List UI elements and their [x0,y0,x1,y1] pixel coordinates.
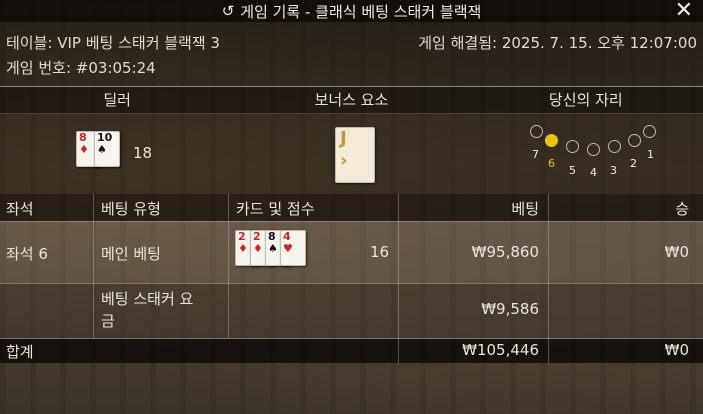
seat-7 [530,125,543,138]
seat-3 [608,140,621,153]
dealer-score: 18 [133,144,153,162]
col-seat: 좌석 [6,200,34,218]
row-bet: ₩9,586 [481,300,539,318]
title-bar: ↺ 게임 기록 - 클래식 베팅 스태커 블랙잭 ✕ [0,0,703,23]
seat-label: 7 [532,148,539,161]
col-win: 승 [675,200,689,218]
row-score: 16 [370,243,390,261]
seat-label: 1 [647,148,654,161]
table-name: 테이블: VIP 베팅 스태커 블랙잭 3 [6,34,220,52]
col-bet: 베팅 [511,200,539,218]
total-win: ₩0 [664,341,689,359]
game-info: 테이블: VIP 베팅 스태커 블랙잭 3 게임 해결됨: 2025. 7. 1… [0,22,703,86]
table-header: 좌석 베팅 유형 카드 및 점수 베팅 승 [0,194,703,221]
your-seat-header: 당신의 자리 [548,91,623,109]
row-bet-type: 베팅 스태커 요 금 [101,290,194,330]
seat-2 [628,134,641,147]
row-bet-type: 메인 베팅 [101,245,161,263]
dialog-title: 게임 기록 - 클래식 베팅 스태커 블랙잭 [240,2,482,21]
total-bet: ₩105,446 [462,341,539,359]
seat-label: 5 [569,164,576,177]
seat-6-selected [545,134,558,147]
dealer-row: 8 ♦ 10 ♠ 18 J › 7 6 5 4 3 2 1 [0,113,703,194]
game-number: 게임 번호: #03:05:24 [6,59,156,77]
table-row: 좌석 6 메인 베팅 2 ♦ 2 ♦ 8 ♠ 4 ♥ 16 ₩95,860 ₩0 [0,222,703,283]
col-cards: 카드 및 점수 [236,200,315,218]
col-bet-type: 베팅 유형 [101,200,161,218]
seat-label: 3 [610,164,617,177]
dealer-header: 딜러 [103,91,131,109]
seat-5 [566,140,579,153]
dealer-card: 10 ♠ [94,131,120,167]
row-seat: 좌석 6 [6,245,48,263]
seat-4 [587,143,600,156]
bonus-card: J › [335,127,375,183]
row-bet: ₩95,860 [471,243,539,261]
chevron-icon: › [340,150,348,171]
player-card: 4 ♥ [280,230,306,266]
seat-label: 4 [590,166,597,179]
seat-label-selected: 6 [548,157,555,170]
seat-1 [643,125,656,138]
section-header: 딜러 보너스 요소 당신의 자리 [0,86,703,114]
row-win: ₩0 [664,243,689,261]
resolved-time: 게임 해결됨: 2025. 7. 15. 오후 12:07:00 [418,34,697,52]
bonus-header: 보너스 요소 [314,91,389,109]
seat-label: 2 [630,157,637,170]
history-icon: ↺ [221,2,235,20]
total-row: 합계 ₩105,446 ₩0 [0,339,703,363]
close-icon[interactable]: ✕ [675,0,693,23]
table-row: 베팅 스태커 요 금 ₩9,586 [0,284,703,338]
total-label: 합계 [6,343,34,361]
